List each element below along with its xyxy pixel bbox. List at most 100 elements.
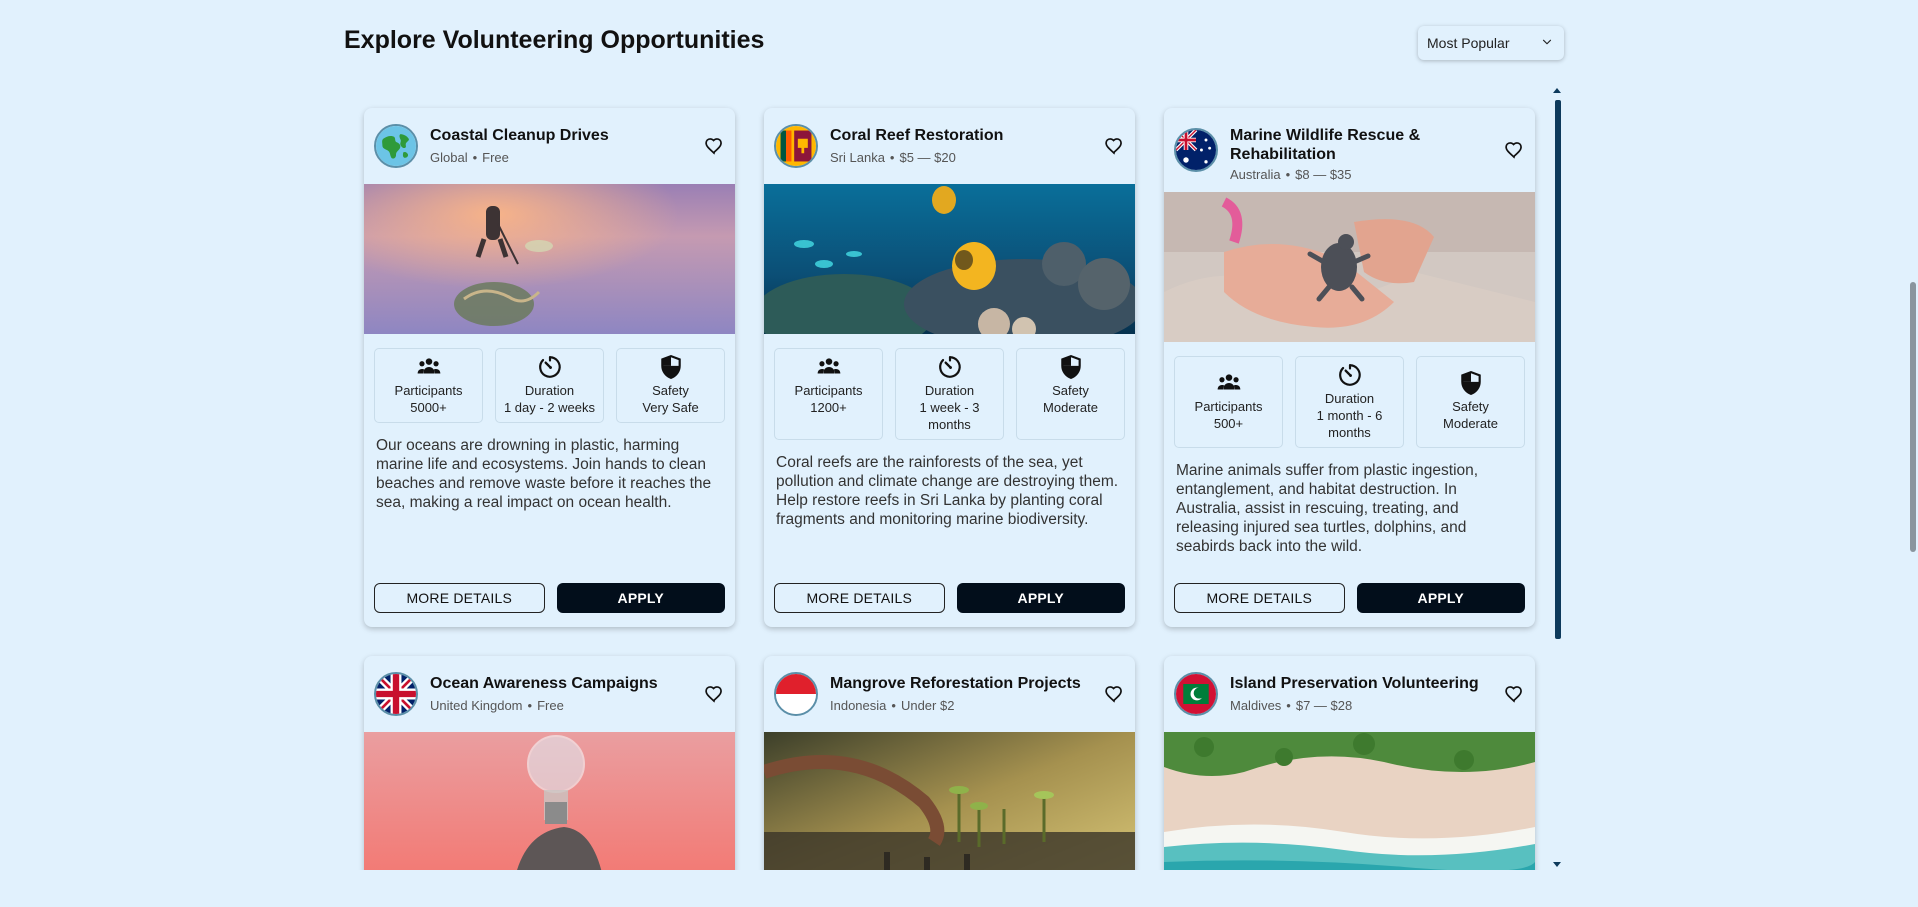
page-scrollbar-thumb[interactable] [1910, 282, 1916, 552]
page-title: Explore Volunteering Opportunities [344, 26, 765, 54]
shield-icon [658, 354, 684, 380]
opportunities-grid[interactable]: Coastal Cleanup Drives Global • Free Par… [344, 90, 1562, 870]
card-location: Sri Lanka [830, 150, 885, 165]
lightbulb-photo [364, 732, 735, 870]
stat-value: 5000+ [410, 400, 447, 415]
card-location-price: Indonesia • Under $2 [830, 698, 954, 713]
stat-value: 1 day - 2 weeks [503, 400, 596, 415]
chevron-down-icon [1540, 35, 1554, 52]
grid-scrollbar-thumb[interactable] [1555, 100, 1561, 639]
card-title: Ocean Awareness Campaigns [430, 675, 658, 692]
stat-value: 1 month - 6 months [1316, 408, 1383, 440]
card-description: Coral reefs are the rainforests of the s… [776, 454, 1119, 528]
favorite-heart-icon[interactable] [704, 136, 724, 156]
separator: • [889, 150, 895, 165]
stat-label: Participants [394, 383, 463, 398]
sri-lanka-flag-icon [774, 124, 818, 168]
maldives-flag-icon [1174, 672, 1218, 716]
card-header: Coastal Cleanup Drives Global • Free [364, 108, 735, 184]
card-price: Under $2 [900, 698, 955, 713]
people-icon [416, 354, 442, 380]
australia-flag-icon [1174, 128, 1218, 172]
duration-stat: Duration 1 month - 6 months [1295, 356, 1404, 448]
participants-stat: Participants 5000+ [374, 348, 483, 423]
apply-button[interactable]: APPLY [556, 583, 725, 613]
separator: • [527, 698, 533, 713]
card-location: Australia [1230, 167, 1281, 182]
card-location: Indonesia [830, 698, 887, 713]
baby-turtle-photo [1164, 192, 1535, 342]
card-location-price: Australia • $8 — $35 [1230, 167, 1352, 182]
safety-stat: Safety Moderate [1416, 356, 1525, 448]
apply-button[interactable]: APPLY [1356, 583, 1525, 613]
shield-icon [1058, 354, 1084, 380]
stat-value: Moderate [1443, 416, 1498, 431]
card-location-price: Sri Lanka • $5 — $20 [830, 150, 956, 165]
stat-label: Safety [652, 383, 689, 398]
scroll-down-arrow[interactable] [1553, 862, 1561, 867]
card-title: Coral Reef Restoration [830, 127, 1004, 144]
card-actions: MORE DETAILS APPLY [774, 583, 1125, 613]
timer-icon [937, 354, 963, 380]
card-price: Free [482, 150, 509, 165]
card-title: Marine Wildlife Rescue & Rehabilitation [1230, 127, 1421, 163]
safety-stat: Safety Moderate [1016, 348, 1125, 440]
card-stats: Participants 5000+ Duration 1 day - 2 we… [364, 334, 735, 423]
more-details-button[interactable]: MORE DETAILS [1174, 583, 1345, 613]
opportunity-card: Coral Reef Restoration Sri Lanka • $5 — $2… [764, 108, 1135, 627]
mangrove-planting-photo [764, 732, 1135, 870]
globe-icon [374, 124, 418, 168]
scroll-up-arrow[interactable] [1553, 88, 1561, 93]
separator: • [1285, 167, 1291, 182]
stat-label: Safety [1452, 399, 1489, 414]
island-beach-photo [1164, 732, 1535, 870]
card-actions: MORE DETAILS APPLY [374, 583, 725, 613]
card-title: Coastal Cleanup Drives [430, 127, 609, 144]
stat-label: Participants [1194, 399, 1263, 414]
beach-cleanup-photo [364, 184, 735, 334]
card-location: Global [430, 150, 468, 165]
favorite-heart-icon[interactable] [1504, 684, 1524, 704]
separator: • [1286, 698, 1291, 713]
card-header: Mangrove Reforestation Projects Indonesi… [764, 656, 1135, 732]
uk-flag-icon [374, 672, 418, 716]
card-title: Mangrove Reforestation Projects [830, 675, 1081, 692]
timer-icon [537, 354, 563, 380]
sort-dropdown[interactable]: Most Popular [1418, 26, 1564, 60]
more-details-button[interactable]: MORE DETAILS [774, 583, 945, 613]
stat-value: Moderate [1043, 400, 1098, 415]
apply-button[interactable]: APPLY [956, 583, 1125, 613]
stat-value: Very Safe [642, 400, 699, 415]
favorite-heart-icon[interactable] [1104, 684, 1124, 704]
opportunity-card: Ocean Awareness Campaigns United Kingdom… [364, 656, 735, 870]
card-location-price: United Kingdom • Free [430, 698, 564, 713]
duration-stat: Duration 1 day - 2 weeks [495, 348, 604, 423]
card-location: Maldives [1230, 698, 1282, 713]
card-stats: Participants 1200+ Duration 1 week - 3 m… [764, 334, 1135, 440]
favorite-heart-icon[interactable] [704, 684, 724, 704]
favorite-heart-icon[interactable] [1504, 140, 1524, 160]
more-details-button[interactable]: MORE DETAILS [374, 583, 545, 613]
opportunity-card: Marine Wildlife Rescue & Rehabilitation … [1164, 108, 1535, 627]
card-stats: Participants 500+ Duration 1 month - 6 m… [1164, 342, 1535, 448]
duration-stat: Duration 1 week - 3 months [895, 348, 1004, 440]
card-price: Free [537, 698, 564, 713]
card-location: United Kingdom [430, 698, 523, 713]
people-icon [816, 354, 842, 380]
stat-value: 1200+ [810, 400, 847, 415]
card-header: Island Preservation Volunteering Maldive… [1164, 656, 1535, 732]
stat-label: Duration [924, 383, 975, 398]
card-description: Our oceans are drowning in plastic, harm… [376, 437, 712, 511]
favorite-heart-icon[interactable] [1104, 136, 1124, 156]
coral-reef-photo [764, 184, 1135, 334]
stat-label: Participants [794, 383, 863, 398]
safety-stat: Safety Very Safe [616, 348, 725, 423]
card-title: Island Preservation Volunteering [1230, 675, 1479, 692]
opportunity-card: Island Preservation Volunteering Maldive… [1164, 656, 1535, 870]
card-location-price: Maldives • $7 — $28 [1230, 698, 1352, 713]
stat-label: Duration [524, 383, 575, 398]
participants-stat: Participants 1200+ [774, 348, 883, 440]
card-price: $5 — $20 [899, 150, 956, 165]
stat-value: 1 week - 3 months [919, 400, 980, 432]
stat-label: Safety [1052, 383, 1089, 398]
